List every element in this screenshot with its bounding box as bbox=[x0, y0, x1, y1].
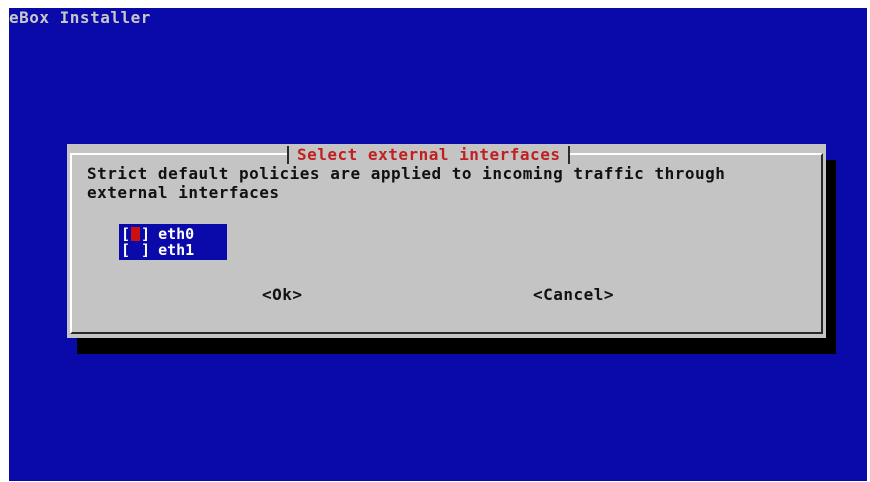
checkbox-bracket-close: ] bbox=[141, 241, 151, 259]
dialog-title: Select external interfaces bbox=[287, 146, 571, 164]
cursor-icon bbox=[131, 227, 141, 241]
checkbox-mark bbox=[131, 243, 140, 257]
installer-screen: eBox Installer Select external interface… bbox=[9, 8, 867, 481]
checkbox-bracket-close: ] bbox=[141, 225, 151, 243]
interface-name: eth0 bbox=[158, 225, 195, 243]
prompt-line-2: external interfaces bbox=[87, 183, 280, 202]
select-interfaces-dialog: Select external interfaces Strict defaul… bbox=[67, 144, 826, 338]
checkbox-bracket-open: [ bbox=[121, 225, 131, 243]
interface-checklist: [ ] eth0 [ ] eth1 bbox=[119, 224, 227, 260]
checklist-item-eth0[interactable]: [ ] eth0 bbox=[119, 226, 227, 242]
checkbox-bracket-open: [ bbox=[121, 241, 131, 259]
ok-button[interactable]: <Ok> bbox=[262, 286, 303, 304]
cancel-button[interactable]: <Cancel> bbox=[533, 286, 614, 304]
interface-name: eth1 bbox=[158, 241, 195, 259]
prompt-line-1: Strict default policies are applied to i… bbox=[87, 164, 726, 183]
dialog-prompt: Strict default policies are applied to i… bbox=[87, 164, 807, 202]
checkbox[interactable]: [ ] bbox=[121, 226, 150, 242]
checklist-item-eth1[interactable]: [ ] eth1 bbox=[119, 242, 227, 258]
backtitle: eBox Installer bbox=[9, 8, 151, 27]
checkbox[interactable]: [ ] bbox=[121, 242, 150, 258]
